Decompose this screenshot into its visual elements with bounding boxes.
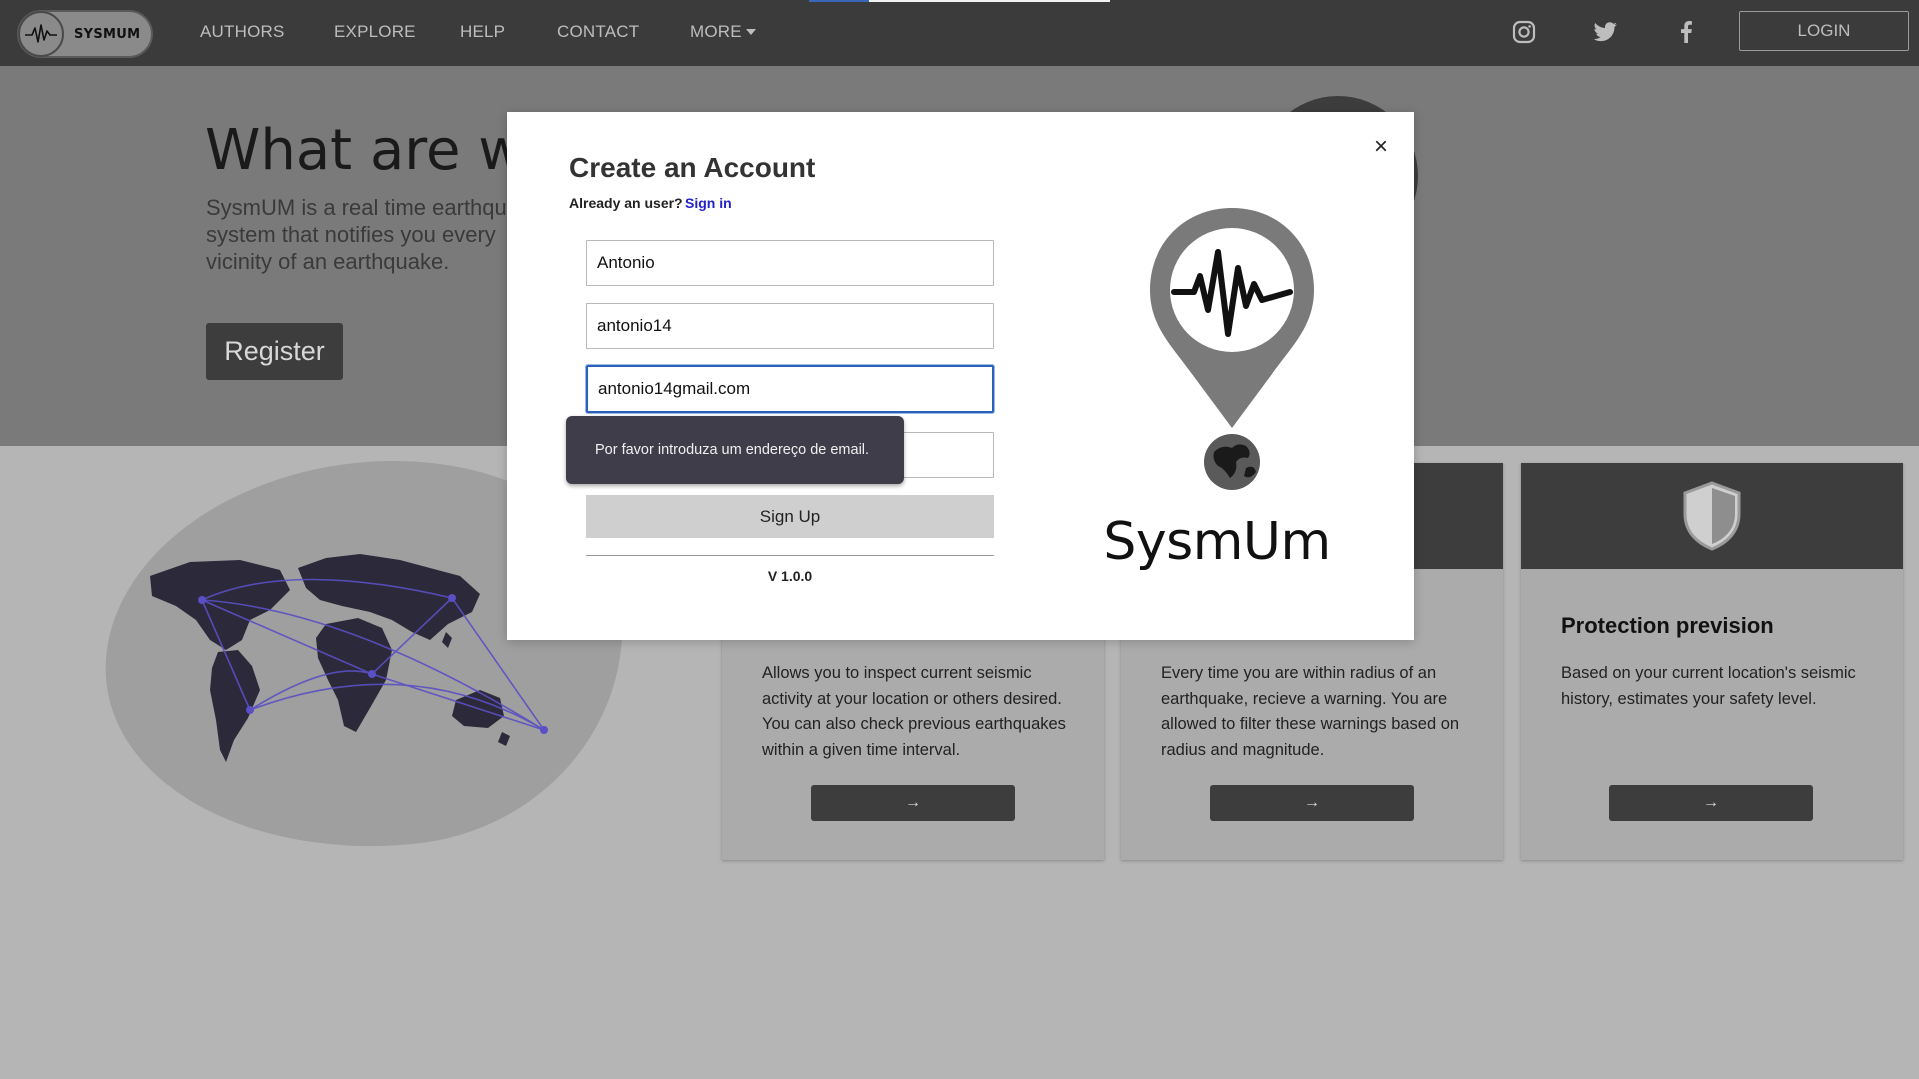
nav-link-contact[interactable]: CONTACT — [557, 22, 639, 42]
nav-link-more-label: MORE — [690, 22, 742, 41]
close-icon[interactable]: × — [1374, 135, 1388, 159]
page-load-progress-bar — [809, 0, 1110, 2]
page-load-progress-fill — [809, 0, 870, 2]
register-button[interactable]: Register — [206, 323, 343, 380]
nav-link-more[interactable]: MORE — [690, 22, 756, 42]
divider — [586, 555, 994, 556]
hero-title: What are we — [205, 118, 559, 183]
feature-card-text: Based on your current location's seismic… — [1561, 664, 1856, 708]
create-account-modal: Create an Account Already an user? Sign … — [507, 112, 1414, 640]
email-field[interactable]: antonio14gmail.com — [586, 365, 994, 413]
sign-up-button[interactable]: Sign Up — [586, 495, 994, 538]
facebook-icon[interactable] — [1672, 18, 1700, 46]
nav-link-help[interactable]: HELP — [460, 22, 505, 42]
version-label: V 1.0.0 — [767, 568, 813, 584]
username-field[interactable]: antonio14 — [586, 303, 994, 349]
top-navbar: SYSMUM AUTHORS EXPLORE HELP CONTACT MORE… — [0, 0, 1919, 66]
feature-card-arrow-button[interactable]: → — [811, 785, 1015, 821]
feature-card-arrow-button[interactable]: → — [1210, 785, 1414, 821]
already-user-label: Already an user? — [569, 195, 683, 211]
brand-home-link[interactable]: SYSMUM — [17, 10, 153, 58]
seismograph-logo-icon — [18, 11, 64, 57]
modal-title: Create an Account — [569, 152, 816, 183]
brand-name: SYSMUM — [74, 26, 141, 42]
sign-in-link[interactable]: Sign in — [685, 195, 732, 211]
feature-card-arrow-button[interactable]: → — [1609, 785, 1813, 821]
email-validation-tooltip: Por favor introduza um endereço de email… — [566, 416, 904, 484]
twitter-icon[interactable] — [1591, 18, 1619, 46]
arrow-right-icon: → — [1703, 794, 1719, 811]
arrow-right-icon: → — [1304, 794, 1320, 811]
nav-link-explore[interactable]: EXPLORE — [334, 22, 416, 42]
feature-card-text: Allows you to inspect current seismic ac… — [762, 664, 1066, 759]
name-field[interactable]: Antonio — [586, 240, 994, 286]
nav-link-authors[interactable]: AUTHORS — [200, 22, 285, 42]
arrow-right-icon: → — [905, 794, 921, 811]
chevron-down-icon — [745, 29, 756, 35]
instagram-icon[interactable] — [1510, 18, 1538, 46]
feature-card-text: Every time you are within radius of an e… — [1161, 664, 1460, 759]
feature-card-protection: Protection prevision Based on your curre… — [1521, 463, 1903, 860]
modal-brand-name: SysmUm — [1103, 512, 1331, 572]
feature-card-header — [1521, 463, 1903, 569]
location-pin-seismograph-logo-icon — [1150, 208, 1314, 490]
feature-card-title: Protection prevision — [1561, 613, 1774, 638]
login-button[interactable]: LOGIN — [1739, 11, 1909, 51]
shield-icon — [1683, 481, 1741, 551]
